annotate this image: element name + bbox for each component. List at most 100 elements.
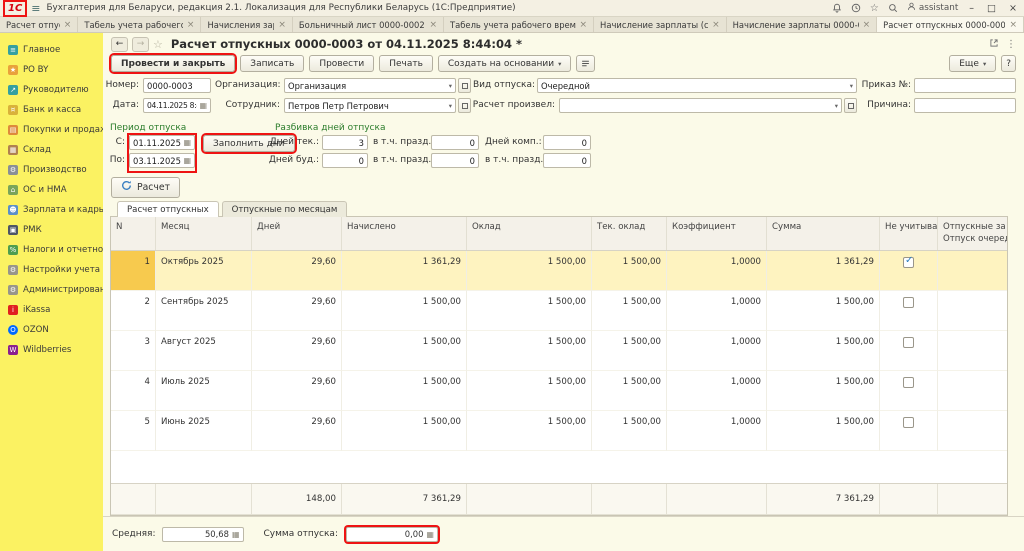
main-menu-icon[interactable]: ≡	[31, 2, 40, 15]
vacation-sum-field[interactable]: 0,00	[346, 527, 438, 542]
vacation-type-field[interactable]: Очередной	[537, 78, 857, 93]
close-icon[interactable]: ×	[1009, 20, 1017, 30]
write-button[interactable]: Записать	[240, 55, 304, 72]
sidebar-item-glavnoe[interactable]: ≡Главное	[0, 40, 103, 60]
grid-tab-otpusknye-po-mesyacam[interactable]: Отпускные по месяцам	[222, 201, 348, 217]
app-tab-3[interactable]: Начисления зарплаты×	[201, 17, 292, 32]
col-sum[interactable]: Сумма	[767, 217, 880, 250]
sidebar-item-nalogi[interactable]: %Налоги и отчетность	[0, 240, 103, 260]
table-row[interactable]: 5 Июнь 2025 29,60 1 500,00 1 500,00 1 50…	[111, 411, 1007, 451]
incl-holidays3-field[interactable]: 0	[543, 153, 591, 168]
sidebar-item-proizvodstvo[interactable]: ⚙Производство	[0, 160, 103, 180]
col-coefficient[interactable]: Коэффициент	[667, 217, 767, 250]
favorite-star-icon[interactable]: ☆	[153, 38, 163, 51]
sidebar-item-pokupki-i-prodazhi[interactable]: ▤Покупки и продажи	[0, 120, 103, 140]
organization-open-button[interactable]	[458, 78, 471, 93]
notifications-icon[interactable]	[832, 3, 842, 13]
open-list-button[interactable]	[576, 55, 595, 72]
close-icon[interactable]: ×	[863, 20, 871, 30]
days-comp-field[interactable]: 0	[543, 135, 591, 150]
calculate-button[interactable]: Расчет	[111, 177, 180, 198]
assistant-button[interactable]: assistant	[907, 2, 958, 14]
sidebar-item-zarplata-i-kadry[interactable]: ☻Зарплата и кадры	[0, 200, 103, 220]
col-accrued[interactable]: Начислено	[342, 217, 467, 250]
table-row[interactable]: 3 Август 2025 29,60 1 500,00 1 500,00 1 …	[111, 331, 1007, 371]
reason-field[interactable]	[914, 98, 1016, 113]
close-icon[interactable]: ×	[429, 20, 437, 30]
employee-field[interactable]: Петров Петр Петрович	[284, 98, 456, 113]
date-field[interactable]: 04.11.2025 8:44:04	[143, 98, 211, 113]
more-button[interactable]: Еще▾	[949, 55, 996, 72]
close-icon[interactable]: ×	[64, 20, 72, 30]
sidebar-item-rmk[interactable]: ▣РМК	[0, 220, 103, 240]
period-from-field[interactable]: 01.11.2025	[129, 135, 195, 150]
sidebar-item-ikassa[interactable]: iiKassa	[0, 300, 103, 320]
exclude-checkbox[interactable]	[903, 257, 914, 268]
sidebar-item-os-i-nma[interactable]: ⌂ОС и НМА	[0, 180, 103, 200]
app-tab-2[interactable]: Табель учета рабочего времени×	[78, 17, 201, 32]
number-field[interactable]: 0000-0003	[143, 78, 211, 93]
col-exclude[interactable]: Не учитывать	[880, 217, 938, 250]
app-tab-8-active[interactable]: Расчет отпускных 0000-0003 от 04.11...×	[877, 17, 1024, 32]
create-on-base-button[interactable]: Создать на основании▾	[438, 55, 572, 72]
calculated-by-field[interactable]	[559, 98, 842, 113]
average-field[interactable]: 50,68	[162, 527, 244, 542]
col-n[interactable]: N	[111, 217, 156, 250]
favorites-star-icon[interactable]: ☆	[870, 3, 879, 14]
order-number-field[interactable]	[914, 78, 1016, 93]
sidebar-item-ozon[interactable]: OOZON	[0, 320, 103, 340]
minimize-icon[interactable]: –	[967, 3, 976, 14]
close-icon[interactable]: ×	[187, 20, 195, 30]
app-tab-5[interactable]: Табель учета рабочего врем...0000-0012×	[444, 17, 594, 32]
search-icon[interactable]	[888, 3, 898, 13]
close-icon[interactable]: ×	[712, 20, 720, 30]
order-number-label: Приказ №:	[861, 78, 911, 93]
exclude-checkbox[interactable]	[903, 297, 914, 308]
date-label: Дата:	[105, 98, 139, 113]
post-button[interactable]: Провести	[309, 55, 374, 72]
sidebar-item-rukovoditelyu[interactable]: ↗Руководителю	[0, 80, 103, 100]
table-row[interactable]: 2 Сентябрь 2025 29,60 1 500,00 1 500,00 …	[111, 291, 1007, 331]
organization-field[interactable]: Организация	[284, 78, 456, 93]
sidebar-item-wildberries[interactable]: WWildberries	[0, 340, 103, 360]
history-icon[interactable]	[851, 3, 861, 13]
calculated-by-open-button[interactable]	[844, 98, 857, 113]
more-icon[interactable]: ⋮	[1006, 39, 1016, 50]
app-tab-1[interactable]: Расчет отпускных×	[0, 17, 78, 32]
back-button[interactable]: ←	[111, 37, 128, 52]
table-row[interactable]: 4 Июль 2025 29,60 1 500,00 1 500,00 1 50…	[111, 371, 1007, 411]
exclude-checkbox[interactable]	[903, 417, 914, 428]
maximize-icon[interactable]: □	[985, 3, 998, 14]
app-tab-7[interactable]: Начисление зарплаты 0000-000028 от ...×	[727, 17, 878, 32]
col-vacation-own[interactable]: Отпускные за свойОтпуск очередной	[938, 217, 1007, 250]
app-tab-4[interactable]: Больничный лист 0000-0002 от 25.10.2...×	[293, 17, 444, 32]
sidebar-item-nastroyki-ucheta[interactable]: ⚙Настройки учета	[0, 260, 103, 280]
close-icon[interactable]: ×	[580, 20, 588, 30]
close-icon[interactable]: ×	[278, 20, 286, 30]
help-button[interactable]: ?	[1001, 55, 1016, 72]
days-future-field[interactable]: 0	[322, 153, 368, 168]
sidebar-item-bank-i-kassa[interactable]: ¤Банк и касса	[0, 100, 103, 120]
close-icon[interactable]: ×	[1007, 3, 1019, 14]
sidebar-item-administrirovanie[interactable]: ⚙Администрирование	[0, 280, 103, 300]
table-row[interactable]: 1 Октябрь 2025 29,60 1 361,29 1 500,00 1…	[111, 251, 1007, 291]
incl-holidays-field[interactable]: 0	[431, 135, 479, 150]
col-current-salary[interactable]: Тек. оклад	[592, 217, 667, 250]
app-tab-6[interactable]: Начисление зарплаты (создание) *×	[594, 17, 727, 32]
days-current-field[interactable]: 3	[322, 135, 368, 150]
grid-tab-raschet-otpusknyh[interactable]: Расчет отпускных	[117, 201, 219, 217]
app-logo: 1С	[5, 2, 25, 15]
incl-holidays2-field[interactable]: 0	[431, 153, 479, 168]
period-to-field[interactable]: 03.11.2025	[129, 153, 195, 168]
col-month[interactable]: Месяц	[156, 217, 252, 250]
exclude-checkbox[interactable]	[903, 337, 914, 348]
print-button[interactable]: Печать	[379, 55, 433, 72]
get-link-icon[interactable]	[989, 38, 999, 51]
forward-button[interactable]: →	[132, 37, 149, 52]
exclude-checkbox[interactable]	[903, 377, 914, 388]
col-days[interactable]: Дней	[252, 217, 342, 250]
sidebar-item-sklad[interactable]: ▦Склад	[0, 140, 103, 160]
col-salary[interactable]: Оклад	[467, 217, 592, 250]
sidebar-item-po-by[interactable]: ★РО BY	[0, 60, 103, 80]
post-and-close-button[interactable]: Провести и закрыть	[111, 55, 235, 72]
